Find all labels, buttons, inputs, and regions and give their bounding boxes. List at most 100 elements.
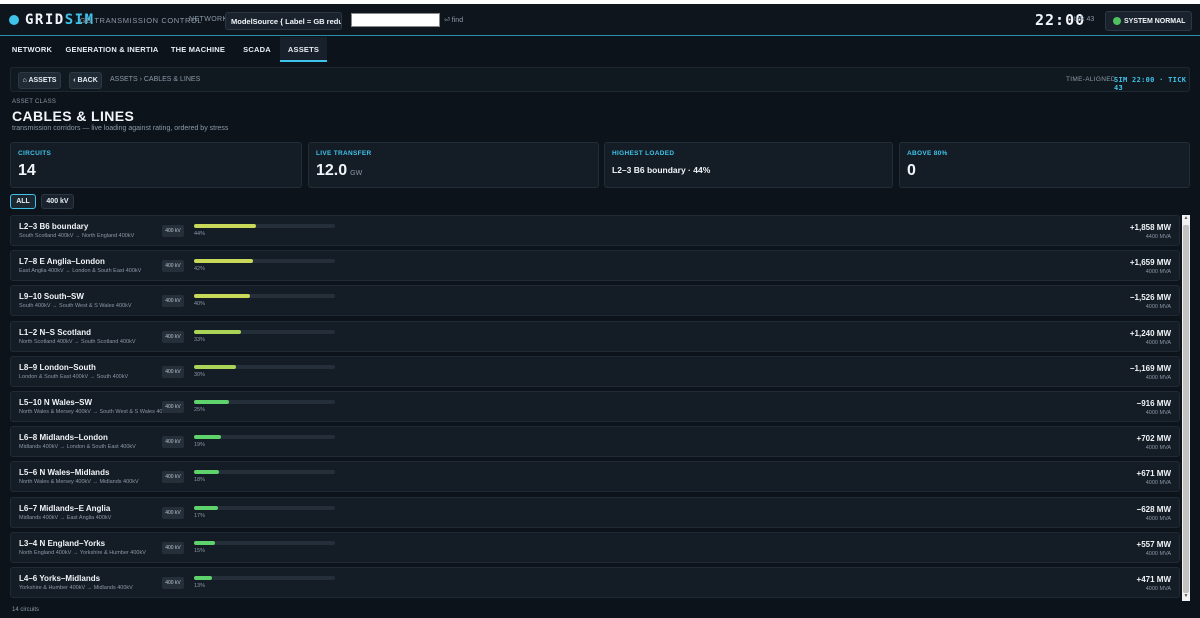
table-row[interactable]: L7–8 E Anglia–London East Anglia 400kV → … <box>10 250 1180 281</box>
stat-value: L2–3 B6 boundary · 44% <box>612 165 711 175</box>
assets-home-button[interactable]: ⌂ ASSETS <box>18 72 61 89</box>
stat-value: 0 <box>907 162 916 179</box>
circuit-rating: 4000 MVA <box>1145 340 1171 346</box>
voltage-badge: 400 kV <box>162 436 184 448</box>
power-flow: +557 MW <box>1136 540 1171 549</box>
loading-bar <box>194 435 335 439</box>
circuit-route: East Anglia 400kV → London & South East … <box>19 268 142 274</box>
stat-label: HIGHEST LOADED <box>612 150 675 157</box>
voltage-badge: 400 kV <box>162 366 184 378</box>
loading-percent: 18% <box>194 477 206 483</box>
table-row[interactable]: L5–6 N Wales–Midlands North Wales & Merse… <box>10 461 1180 492</box>
table-row[interactable]: L9–10 South–SW South 400kV → South West &… <box>10 285 1180 316</box>
loading-bar-fill <box>194 506 218 510</box>
circuit-route: South 400kV → South West & S Wales 400kV <box>19 303 132 309</box>
tab-network[interactable]: NETWORK <box>0 37 64 62</box>
loading-percent: 44% <box>194 231 206 237</box>
circuit-name: L5–6 N Wales–Midlands <box>19 468 110 477</box>
time-aligned-label: TIME-ALIGNED <box>1066 76 1116 83</box>
circuit-list: L2–3 B6 boundary South Scotland 400kV → N… <box>10 215 1180 601</box>
circuit-name: L5–10 N Wales–SW <box>19 398 93 407</box>
loading-bar <box>194 224 335 228</box>
scroll-thumb[interactable] <box>1183 225 1189 593</box>
table-row[interactable]: L5–10 N Wales–SW North Wales & Mersey 400… <box>10 391 1180 422</box>
voltage-badge: 400 kV <box>162 260 184 272</box>
filter-400kv[interactable]: 400 kV <box>41 194 74 209</box>
circuit-name: L7–8 E Anglia–London <box>19 257 105 266</box>
system-status-badge[interactable]: SYSTEM NORMAL <box>1105 11 1192 31</box>
loading-bar-fill <box>194 330 241 334</box>
power-flow: −1,169 MW <box>1129 364 1171 373</box>
app-header: GRIDSIM · GB TRANSMISSION CONTROL NETWOR… <box>0 4 1200 36</box>
back-button[interactable]: ‹ BACK <box>69 72 102 89</box>
tab-generation-inertia[interactable]: GENERATION & INERTIA <box>64 37 160 62</box>
loading-bar <box>194 294 335 298</box>
stat-label: CIRCUITS <box>18 150 52 157</box>
loading-percent: 15% <box>194 548 206 554</box>
voltage-badge: 400 kV <box>162 577 184 589</box>
tab-the-machine[interactable]: THE MACHINE <box>160 37 236 62</box>
circuit-name: L8–9 London–South <box>19 363 96 372</box>
list-scrollbar[interactable]: ▲ ▼ <box>1182 215 1190 601</box>
filter-all[interactable]: ALL <box>10 194 36 209</box>
system-status-text: SYSTEM NORMAL <box>1124 18 1186 25</box>
voltage-badge: 400 kV <box>162 295 184 307</box>
loading-bar <box>194 330 335 334</box>
stat-label: LIVE TRANSFER <box>316 150 372 157</box>
tab-scada[interactable]: SCADA <box>236 37 278 62</box>
circuit-name: L6–8 Midlands–London <box>19 433 108 442</box>
circuit-rating: 4000 MVA <box>1145 551 1171 557</box>
loading-percent: 13% <box>194 583 206 589</box>
status-dot-icon <box>1113 17 1121 25</box>
table-row[interactable]: L2–3 B6 boundary South Scotland 400kV → N… <box>10 215 1180 246</box>
tick-counter: tick 43 <box>1074 16 1095 23</box>
power-flow: +702 MW <box>1136 434 1171 443</box>
find-input[interactable] <box>351 13 440 27</box>
table-row[interactable]: L3–4 N England–Yorks North England 400kV … <box>10 532 1180 563</box>
loading-percent: 17% <box>194 513 206 519</box>
table-row[interactable]: L6–8 Midlands–London Midlands 400kV → Lon… <box>10 426 1180 457</box>
table-row[interactable]: L6–7 Midlands–E Anglia Midlands 400kV → E… <box>10 497 1180 528</box>
table-row[interactable]: L1–2 N–S Scotland North Scotland 400kV → … <box>10 321 1180 352</box>
stat-card-highest-loaded: HIGHEST LOADED L2–3 B6 boundary · 44% <box>604 142 893 188</box>
model-source-select[interactable]: ModelSource { Label = GB reduce <box>225 12 342 30</box>
circuit-count-footer: 14 circuits <box>12 607 40 613</box>
stat-value: 12.0 GW <box>316 162 363 179</box>
find-hint: ⏎ find <box>444 17 464 24</box>
power-flow: +1,858 MW <box>1129 223 1171 232</box>
loading-percent: 30% <box>194 372 206 378</box>
circuit-rating: 4000 MVA <box>1145 375 1171 381</box>
page-subtitle: transmission corridors — live loading ag… <box>12 125 229 132</box>
breadcrumb-bar: ⌂ ASSETS ‹ BACK ASSETS › CABLES & LINES … <box>10 67 1190 92</box>
loading-bar <box>194 365 335 369</box>
circuit-route: North Wales & Mersey 400kV → Midlands 40… <box>19 479 139 485</box>
power-flow: −916 MW <box>1136 399 1171 408</box>
voltage-badge: 400 kV <box>162 401 184 413</box>
power-flow: −1,526 MW <box>1129 293 1171 302</box>
loading-bar <box>194 259 335 263</box>
scroll-down-arrow-icon[interactable]: ▼ <box>1182 593 1190 601</box>
loading-bar-fill <box>194 294 251 298</box>
loading-percent: 40% <box>194 301 206 307</box>
stat-card-live-transfer: LIVE TRANSFER 12.0 GW <box>308 142 599 188</box>
circuit-route: London & South East 400kV → South 400kV <box>19 374 129 380</box>
circuit-rating: 4400 MVA <box>1145 234 1171 240</box>
loading-bar-fill <box>194 576 213 580</box>
tab-assets[interactable]: ASSETS <box>280 37 327 62</box>
breadcrumb: ASSETS › CABLES & LINES <box>110 76 201 83</box>
circuit-rating: 4000 MVA <box>1145 586 1171 592</box>
table-row[interactable]: L4–6 Yorks–Midlands Yorkshire & Humber 40… <box>10 567 1180 598</box>
stat-value: 14 <box>18 162 36 179</box>
scroll-up-arrow-icon[interactable]: ▲ <box>1182 215 1190 223</box>
stat-card-above-80: ABOVE 80% 0 <box>899 142 1190 188</box>
circuit-name: L9–10 South–SW <box>19 292 84 301</box>
loading-bar-fill <box>194 259 254 263</box>
circuit-name: L1–2 N–S Scotland <box>19 328 92 337</box>
time-aligned-value: SIM 22:00 · TICK 43 <box>1114 76 1187 92</box>
table-row[interactable]: L8–9 London–South London & South East 400… <box>10 356 1180 387</box>
power-flow: +471 MW <box>1136 575 1171 584</box>
power-flow: +1,659 MW <box>1129 258 1171 267</box>
loading-bar-fill <box>194 435 221 439</box>
loading-bar-fill <box>194 224 257 228</box>
stat-label: ABOVE 80% <box>907 150 948 157</box>
